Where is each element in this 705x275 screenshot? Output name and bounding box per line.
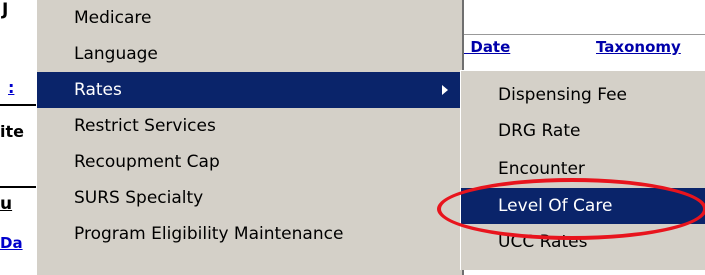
menu-item-label: Restrict Services xyxy=(74,116,216,136)
menu-item-label: Rates xyxy=(74,80,122,100)
background-label-fragment[interactable]: Da xyxy=(0,234,23,252)
background-label-fragment: J xyxy=(2,0,9,20)
menu-item-rates[interactable]: Rates xyxy=(37,72,462,108)
menu-item-restrict-services[interactable]: Restrict Services xyxy=(37,108,462,144)
column-header-date[interactable]: l Date xyxy=(460,38,510,56)
submenu-item-drg-rate[interactable]: DRG Rate xyxy=(461,113,705,149)
menu-item-program-eligibility-maintenance[interactable]: Program Eligibility Maintenance xyxy=(37,216,462,252)
submenu-item-dispensing-fee[interactable]: Dispensing Fee xyxy=(461,77,705,113)
menu-item-label: SURS Specialty xyxy=(74,188,204,208)
main-menu: Medicare Language Rates Restrict Service… xyxy=(36,0,464,275)
menu-item-surs-specialty[interactable]: SURS Specialty xyxy=(37,180,462,216)
menu-item-label: Medicare xyxy=(74,8,152,28)
submenu-item-label: Dispensing Fee xyxy=(498,85,628,105)
submenu-item-label: DRG Rate xyxy=(498,121,581,141)
submenu-item-label: Level Of Care xyxy=(498,196,613,216)
menu-item-recoupment-cap[interactable]: Recoupment Cap xyxy=(37,144,462,180)
submenu-item-level-of-care[interactable]: Level Of Care xyxy=(461,188,705,224)
rates-submenu: Dispensing Fee DRG Rate Encounter Level … xyxy=(460,70,705,270)
background-table-header: l Date Taxonomy xyxy=(460,34,705,59)
background-label-fragment: u xyxy=(0,194,13,214)
background-link-fragment[interactable]: : xyxy=(8,78,14,97)
background-label-fragment: ite xyxy=(0,122,24,141)
submenu-item-encounter[interactable]: Encounter xyxy=(461,151,705,187)
submenu-item-label: UCC Rates xyxy=(498,232,588,252)
background-divider xyxy=(0,104,38,106)
background-divider xyxy=(0,186,38,188)
menu-item-medicare[interactable]: Medicare xyxy=(37,0,462,36)
column-header-taxonomy[interactable]: Taxonomy xyxy=(596,38,681,56)
menu-item-label: Recoupment Cap xyxy=(74,152,220,172)
submenu-item-label: Encounter xyxy=(498,159,585,179)
menu-item-label: Language xyxy=(74,44,158,64)
menu-item-label: Program Eligibility Maintenance xyxy=(74,224,344,244)
submenu-arrow-icon xyxy=(442,85,448,95)
submenu-item-ucc-rates[interactable]: UCC Rates xyxy=(461,224,705,260)
menu-item-language[interactable]: Language xyxy=(37,36,462,72)
